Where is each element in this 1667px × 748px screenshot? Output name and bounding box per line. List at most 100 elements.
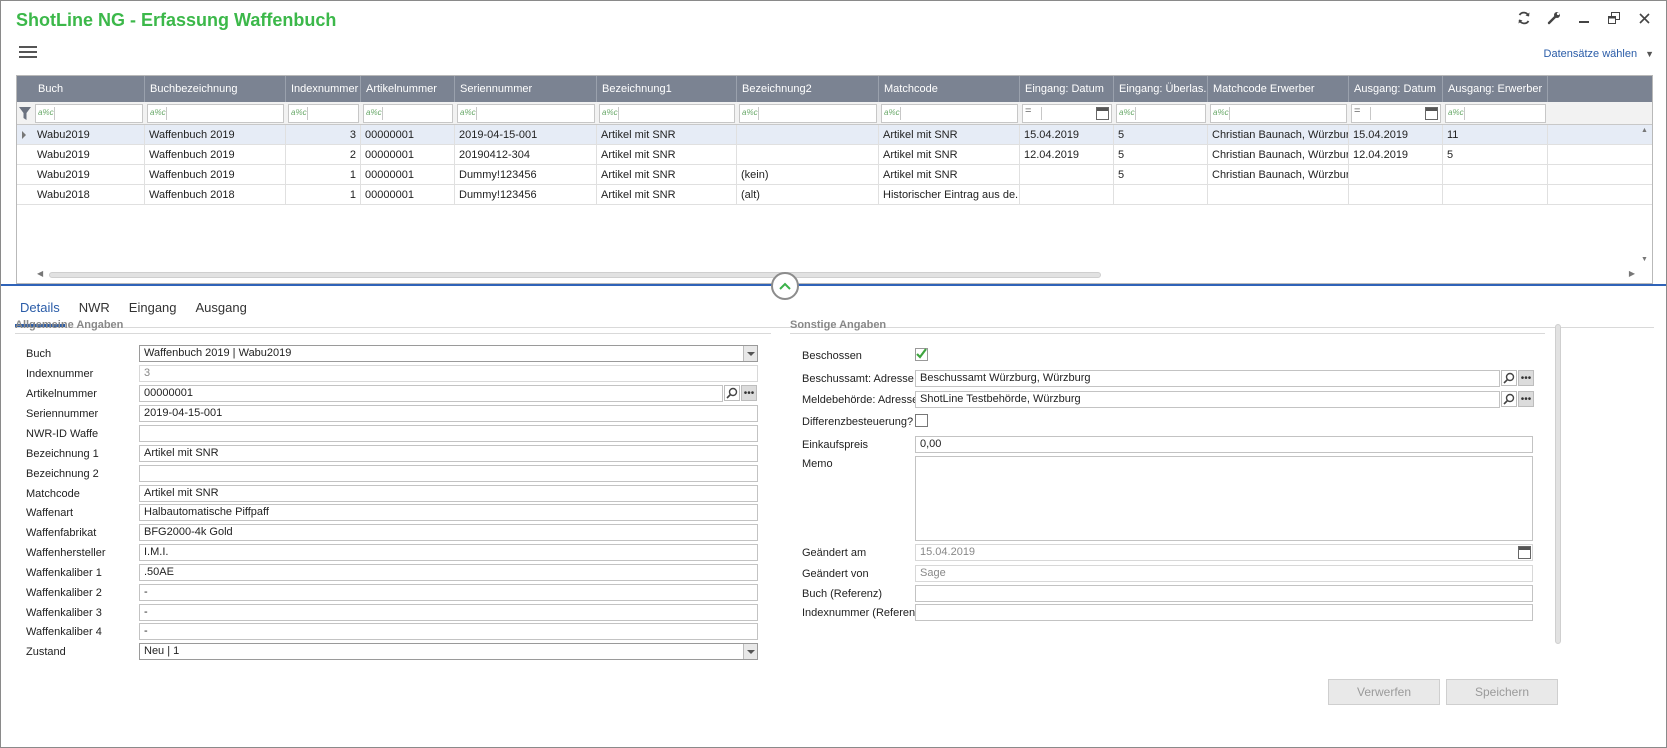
column-filter-input[interactable]: a%c bbox=[288, 104, 359, 123]
filter-operator[interactable]: a%c bbox=[884, 108, 900, 117]
column-filter-input[interactable]: a%c bbox=[881, 104, 1018, 123]
column-header[interactable]: Matchcode bbox=[879, 76, 1020, 102]
filter-operator[interactable]: a%c bbox=[150, 108, 166, 117]
restore-icon[interactable] bbox=[1604, 9, 1624, 27]
column-filter-input[interactable]: = bbox=[1351, 104, 1441, 123]
waffenkaliber-4-field[interactable]: - bbox=[139, 623, 758, 640]
column-header[interactable]: Ausgang: Erwerber bbox=[1443, 76, 1548, 102]
scroll-thumb[interactable] bbox=[49, 272, 1101, 278]
scroll-left-icon[interactable]: ◀ bbox=[37, 269, 43, 278]
seriennummer-field[interactable]: 2019-04-15-001 bbox=[139, 405, 758, 422]
filter-operator[interactable]: a%c bbox=[38, 108, 54, 117]
filter-operator[interactable]: a%c bbox=[291, 108, 307, 117]
column-header[interactable]: Indexnummer bbox=[286, 76, 361, 102]
scroll-down-icon[interactable]: ▼ bbox=[1641, 256, 1648, 263]
collapse-panel-button[interactable] bbox=[771, 272, 799, 300]
column-header[interactable]: Ausgang: Datum bbox=[1349, 76, 1443, 102]
column-header[interactable]: Eingang: Überlas... bbox=[1114, 76, 1208, 102]
filter-operator[interactable]: a%c bbox=[366, 108, 382, 117]
waffenart-field[interactable]: Halbautomatische Piffpaff bbox=[139, 504, 758, 521]
artikelnummer-field[interactable]: 00000001 bbox=[139, 385, 723, 402]
search-icon[interactable] bbox=[1501, 370, 1517, 386]
column-filter-input[interactable]: a%c bbox=[739, 104, 877, 123]
calendar-icon[interactable] bbox=[1425, 107, 1438, 120]
filter-operator[interactable]: a%c bbox=[742, 108, 758, 117]
buch-dropdown[interactable]: Waffenbuch 2019 | Wabu2019 bbox=[139, 345, 758, 362]
refresh-icon[interactable] bbox=[1514, 9, 1534, 27]
grid-horizontal-scrollbar[interactable]: ◀ ▶ bbox=[33, 267, 1639, 283]
panel-splitter[interactable] bbox=[1, 284, 1666, 286]
column-filter-input[interactable]: a%c bbox=[35, 104, 143, 123]
bezeichnung-1-field[interactable]: Artikel mit SNR bbox=[139, 445, 758, 462]
waffenhersteller-field[interactable]: I.M.I. bbox=[139, 544, 758, 561]
filter-operator[interactable]: a%c bbox=[1119, 108, 1135, 117]
search-icon[interactable] bbox=[1501, 391, 1517, 407]
zustand-dropdown[interactable]: Neu | 1 bbox=[139, 643, 758, 660]
column-filter-input[interactable]: a%c bbox=[1210, 104, 1347, 123]
grid-vertical-scrollbar[interactable]: ▲ ▼ bbox=[1638, 125, 1652, 265]
table-row[interactable]: Wabu2019 Waffenbuch 2019 3 00000001 2019-04-… bbox=[17, 125, 1652, 145]
waffenkaliber-3-field[interactable]: - bbox=[139, 604, 758, 621]
column-header[interactable]: Bezeichnung1 bbox=[597, 76, 737, 102]
tab-ausgang[interactable]: Ausgang bbox=[191, 299, 252, 327]
nwr-id-waffe-field[interactable] bbox=[139, 425, 758, 442]
filter-operator[interactable]: = bbox=[1025, 105, 1031, 117]
matchcode-field[interactable]: Artikel mit SNR bbox=[139, 485, 758, 502]
search-icon[interactable] bbox=[724, 385, 740, 401]
column-header[interactable]: Buch bbox=[33, 76, 145, 102]
chevron-down-icon[interactable] bbox=[743, 644, 757, 659]
table-row[interactable]: Wabu2019 Waffenbuch 2019 2 00000001 20190412… bbox=[17, 145, 1652, 165]
einkaufspreis-field[interactable]: 0,00 bbox=[915, 436, 1533, 453]
scroll-up-icon[interactable]: ▲ bbox=[1641, 127, 1648, 134]
filter-funnel-icon[interactable] bbox=[19, 106, 31, 121]
more-options-icon[interactable]: ••• bbox=[1518, 370, 1534, 386]
filter-operator[interactable]: a%c bbox=[602, 108, 618, 117]
filter-operator[interactable]: a%c bbox=[460, 108, 476, 117]
filter-operator[interactable]: a%c bbox=[1213, 108, 1229, 117]
column-filter-input[interactable]: = bbox=[1022, 104, 1112, 123]
more-options-icon[interactable]: ••• bbox=[741, 385, 757, 401]
tab-eingang[interactable]: Eingang bbox=[124, 299, 182, 327]
calendar-icon[interactable] bbox=[1518, 546, 1531, 559]
menu-icon[interactable] bbox=[19, 43, 37, 61]
column-filter-input[interactable]: a%c bbox=[147, 104, 284, 123]
column-filter-input[interactable]: a%c bbox=[599, 104, 735, 123]
column-header[interactable]: Artikelnummer bbox=[361, 76, 455, 102]
column-filter-input[interactable]: a%c bbox=[363, 104, 453, 123]
close-icon[interactable] bbox=[1634, 9, 1654, 27]
index-ref-field[interactable] bbox=[915, 604, 1533, 621]
waffenkaliber-1-field[interactable]: .50AE bbox=[139, 564, 758, 581]
table-row[interactable]: Wabu2018 Waffenbuch 2018 1 00000001 Dummy!12… bbox=[17, 185, 1652, 205]
column-filter-input[interactable]: a%c bbox=[1116, 104, 1206, 123]
column-header[interactable]: Eingang: Datum bbox=[1020, 76, 1114, 102]
waffenfabrikat-field[interactable]: BFG2000-4k Gold bbox=[139, 524, 758, 541]
save-button[interactable]: Speichern bbox=[1446, 679, 1558, 705]
column-filter-input[interactable]: a%c bbox=[457, 104, 595, 123]
buch-ref-field[interactable] bbox=[915, 585, 1533, 602]
scroll-right-icon[interactable]: ▶ bbox=[1629, 269, 1635, 278]
memo-textarea[interactable] bbox=[915, 456, 1533, 541]
waffenkaliber-2-field[interactable]: - bbox=[139, 584, 758, 601]
table-row[interactable]: Wabu2019 Waffenbuch 2019 1 00000001 Dummy!12… bbox=[17, 165, 1652, 185]
meldebehoerde-field[interactable]: ShotLine Testbehörde, Würzburg bbox=[915, 391, 1500, 408]
column-header[interactable]: Bezeichnung2 bbox=[737, 76, 879, 102]
differenz-checkbox[interactable] bbox=[915, 414, 928, 427]
column-header[interactable]: Seriennummer bbox=[455, 76, 597, 102]
column-header[interactable]: Buchbezeichnung bbox=[145, 76, 286, 102]
chevron-down-icon[interactable] bbox=[743, 346, 757, 361]
beschussamt-field[interactable]: Beschussamt Würzburg, Würzburg bbox=[915, 370, 1500, 387]
filter-operator[interactable]: a%c bbox=[1448, 108, 1464, 117]
wrench-icon[interactable] bbox=[1544, 9, 1564, 27]
minimize-icon[interactable] bbox=[1574, 9, 1594, 27]
records-select[interactable]: Datensätze wählen ▼ bbox=[1544, 48, 1654, 60]
scroll-thumb[interactable] bbox=[1555, 324, 1561, 644]
more-options-icon[interactable]: ••• bbox=[1518, 391, 1534, 407]
column-filter-input[interactable]: a%c bbox=[1445, 104, 1546, 123]
filter-operator[interactable]: = bbox=[1354, 105, 1360, 117]
detail-vertical-scrollbar[interactable] bbox=[1554, 319, 1562, 661]
beschossen-checkbox[interactable] bbox=[915, 348, 928, 361]
column-header[interactable]: Matchcode Erwerber bbox=[1208, 76, 1349, 102]
calendar-icon[interactable] bbox=[1096, 107, 1109, 120]
bezeichnung-2-field[interactable] bbox=[139, 465, 758, 482]
discard-button[interactable]: Verwerfen bbox=[1328, 679, 1440, 705]
